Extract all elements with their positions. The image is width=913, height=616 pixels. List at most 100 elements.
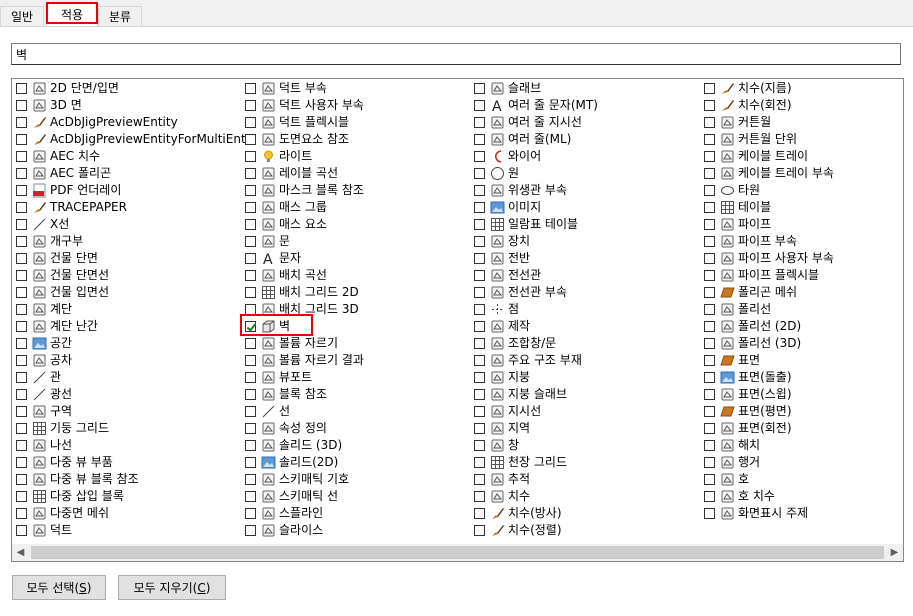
checkbox[interactable] xyxy=(704,236,715,247)
checkbox[interactable] xyxy=(704,117,715,128)
list-item[interactable]: AcDbJigPreviewEntity xyxy=(16,114,178,131)
tab-classification[interactable]: 분류 xyxy=(98,6,142,26)
list-item[interactable]: 표면(평면) xyxy=(704,403,792,420)
checkbox[interactable] xyxy=(16,185,27,196)
checkbox[interactable] xyxy=(16,168,27,179)
checkbox[interactable] xyxy=(704,219,715,230)
checkbox[interactable] xyxy=(474,372,485,383)
checkbox[interactable] xyxy=(474,168,485,179)
list-item[interactable]: 스플라인 xyxy=(245,505,323,522)
list-item[interactable]: 표면(스윕) xyxy=(704,386,792,403)
checkbox[interactable] xyxy=(16,491,27,502)
checkbox[interactable] xyxy=(245,525,256,536)
checkbox[interactable] xyxy=(704,372,715,383)
checkbox[interactable] xyxy=(704,253,715,264)
checkbox[interactable] xyxy=(16,355,27,366)
list-item[interactable]: 슬라이스 xyxy=(245,522,323,539)
checkbox[interactable] xyxy=(704,491,715,502)
list-item[interactable]: 파이프 부속 xyxy=(704,233,797,250)
checkbox[interactable] xyxy=(16,457,27,468)
checkbox[interactable] xyxy=(474,423,485,434)
list-item[interactable]: 마스크 블록 참조 xyxy=(245,182,364,199)
checkbox[interactable] xyxy=(704,423,715,434)
checkbox[interactable] xyxy=(474,202,485,213)
checkbox[interactable] xyxy=(245,508,256,519)
list-item[interactable]: 건물 단면 xyxy=(16,250,98,267)
checkbox[interactable] xyxy=(704,338,715,349)
list-item[interactable]: 호 치수 xyxy=(704,488,775,505)
checkbox[interactable] xyxy=(474,134,485,145)
checkbox[interactable] xyxy=(704,321,715,332)
checkbox[interactable] xyxy=(704,304,715,315)
list-item[interactable]: 뷰포트 xyxy=(245,369,312,386)
checkbox[interactable] xyxy=(245,457,256,468)
list-item[interactable]: 공간 xyxy=(16,335,72,352)
scroll-left-icon[interactable]: ◀ xyxy=(12,544,29,561)
list-item[interactable]: 폴리선 (2D) xyxy=(704,318,801,335)
list-item[interactable]: 천장 그리드 xyxy=(474,454,567,471)
checkbox[interactable] xyxy=(16,151,27,162)
list-item[interactable]: 지시선 xyxy=(474,403,541,420)
checkbox[interactable] xyxy=(245,423,256,434)
list-item[interactable]: TRACEPAPER xyxy=(16,199,127,216)
list-item[interactable]: 배치 그리드 2D xyxy=(245,284,359,301)
clear-all-button[interactable]: 모두 지우기(C) xyxy=(118,575,226,600)
checkbox[interactable] xyxy=(474,117,485,128)
checkbox[interactable] xyxy=(474,185,485,196)
checkbox[interactable] xyxy=(474,474,485,485)
list-item[interactable]: 2D 단면/입면 xyxy=(16,80,119,97)
list-item[interactable]: 벽 xyxy=(245,318,290,335)
checkbox[interactable] xyxy=(245,372,256,383)
list-item[interactable]: AcDbJigPreviewEntityForMultiEnts xyxy=(16,131,252,148)
list-item[interactable]: 배치 곡선 xyxy=(245,267,327,284)
checkbox[interactable] xyxy=(474,525,485,536)
checkbox[interactable] xyxy=(16,219,27,230)
list-item[interactable]: 케이블 트레이 xyxy=(704,148,808,165)
list-item[interactable]: 호 xyxy=(704,471,749,488)
list-item[interactable]: 블록 참조 xyxy=(245,386,327,403)
checkbox[interactable] xyxy=(474,253,485,264)
checkbox[interactable] xyxy=(474,508,485,519)
checkbox[interactable] xyxy=(704,270,715,281)
checkbox[interactable] xyxy=(474,491,485,502)
checkbox[interactable] xyxy=(474,406,485,417)
checkbox[interactable] xyxy=(245,491,256,502)
list-item[interactable]: AEC 치수 xyxy=(16,148,100,165)
checkbox[interactable] xyxy=(474,389,485,400)
checkbox[interactable] xyxy=(245,474,256,485)
checkbox[interactable] xyxy=(245,355,256,366)
checkbox[interactable] xyxy=(245,202,256,213)
list-item[interactable]: 폴리선 xyxy=(704,301,771,318)
checkbox[interactable] xyxy=(245,151,256,162)
checkbox[interactable] xyxy=(704,457,715,468)
scroll-thumb[interactable] xyxy=(31,546,884,559)
list-item[interactable]: 추적 xyxy=(474,471,530,488)
list-item[interactable]: 계단 난간 xyxy=(16,318,98,335)
list-item[interactable]: 매스 요소 xyxy=(245,216,327,233)
list-item[interactable]: 해치 xyxy=(704,437,760,454)
list-item[interactable]: 건물 입면선 xyxy=(16,284,109,301)
checkbox[interactable] xyxy=(245,270,256,281)
list-item[interactable]: 전선관 xyxy=(474,267,541,284)
list-item[interactable]: 이미지 xyxy=(474,199,541,216)
list-item[interactable]: 폴리선 (3D) xyxy=(704,335,801,352)
list-item[interactable]: 타원 xyxy=(704,182,760,199)
list-item[interactable]: 레이블 곡선 xyxy=(245,165,338,182)
checkbox[interactable] xyxy=(245,117,256,128)
list-item[interactable]: 기둥 그리드 xyxy=(16,420,109,437)
list-item[interactable]: 여러 줄(ML) xyxy=(474,131,571,148)
checkbox[interactable] xyxy=(16,525,27,536)
checkbox[interactable] xyxy=(16,287,27,298)
list-item[interactable]: 선 xyxy=(245,403,290,420)
checkbox[interactable] xyxy=(16,134,27,145)
list-item[interactable]: 볼륨 자르기 xyxy=(245,335,338,352)
checkbox[interactable] xyxy=(474,100,485,111)
list-item[interactable]: 일람표 테이블 xyxy=(474,216,578,233)
list-item[interactable]: 개구부 xyxy=(16,233,83,250)
checkbox[interactable] xyxy=(16,270,27,281)
checkbox[interactable] xyxy=(16,304,27,315)
checkbox[interactable] xyxy=(704,508,715,519)
list-item[interactable]: 덕트 사용자 부속 xyxy=(245,97,364,114)
checkbox[interactable] xyxy=(16,236,27,247)
checkbox[interactable] xyxy=(245,287,256,298)
